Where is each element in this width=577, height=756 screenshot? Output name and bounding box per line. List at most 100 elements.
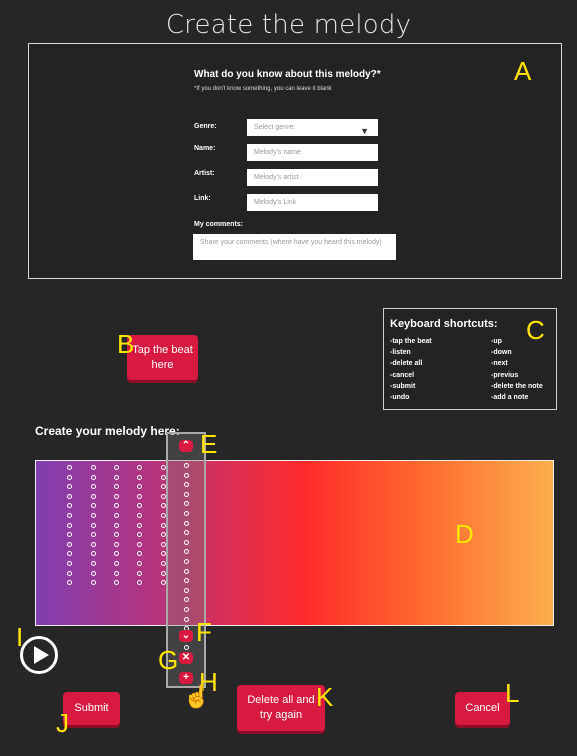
chevron-down-icon: ▼ <box>360 126 369 136</box>
note-dot <box>160 560 166 566</box>
plus-icon[interactable]: + <box>179 672 193 684</box>
note-dot <box>160 570 166 576</box>
note-dot <box>136 493 142 499</box>
note-dot <box>136 512 142 518</box>
melody-canvas[interactable]: D <box>35 460 554 626</box>
note-dot <box>160 522 166 528</box>
note-dot <box>66 580 72 586</box>
chevron-up-icon[interactable]: ⌃ <box>179 440 193 452</box>
comments-label: My comments: <box>194 221 244 228</box>
page-title: Create the melody <box>165 10 412 40</box>
comments-textarea[interactable]: Share your comments (where have you hear… <box>193 234 396 260</box>
note-dot <box>113 512 119 518</box>
note-dot <box>113 532 119 538</box>
keyboard-shortcuts-panel: Keyboard shortcuts: -tap the beat -liste… <box>383 308 557 410</box>
note-dot <box>136 580 142 586</box>
note-dot <box>136 522 142 528</box>
note-dot <box>66 512 72 518</box>
note-dot <box>183 606 189 612</box>
note-dot <box>113 474 119 480</box>
shortcut-item: -undo <box>390 394 410 402</box>
note-dot <box>66 484 72 490</box>
note-dot <box>90 560 96 566</box>
note-dot <box>136 541 142 547</box>
annotation-l: L <box>505 678 520 708</box>
artist-input[interactable]: Melody's artist <box>247 169 378 186</box>
form-question: What do you know about this melody?* <box>194 69 381 80</box>
genre-select[interactable]: Select genre: ▼ <box>247 119 378 136</box>
note-dot <box>183 539 189 545</box>
play-icon[interactable] <box>20 636 58 674</box>
melody-info-form: What do you know about this melody?* *If… <box>28 43 562 279</box>
annotation-c: C <box>526 315 545 345</box>
note-dot <box>136 484 142 490</box>
note-dot <box>136 503 142 509</box>
note-dot <box>90 532 96 538</box>
note-dot <box>66 541 72 547</box>
annotation-a: A <box>514 56 532 86</box>
note-dot <box>66 560 72 566</box>
note-dot <box>90 580 96 586</box>
annotation-b: B <box>117 329 135 359</box>
note-dot <box>183 587 189 593</box>
note-dot <box>160 541 166 547</box>
note-dot <box>183 491 189 497</box>
annotation-e: E <box>200 429 218 459</box>
note-dot <box>160 580 166 586</box>
note-dot <box>160 512 166 518</box>
artist-label: Artist: <box>194 170 215 177</box>
shortcut-item: -submit <box>390 382 416 390</box>
shortcut-item: -next <box>491 360 508 368</box>
genre-label: Genre: <box>194 123 217 130</box>
note-dot <box>113 551 119 557</box>
shortcut-item: -tap the beat <box>390 338 432 345</box>
note-column <box>64 465 74 590</box>
note-dot <box>90 541 96 547</box>
note-dot <box>183 463 189 468</box>
link-label: Link: <box>194 195 211 202</box>
shortcut-item: -previus <box>491 371 519 379</box>
note-dot <box>183 549 189 555</box>
note-dot <box>183 472 189 478</box>
note-dot <box>160 474 166 480</box>
note-dot <box>136 532 142 538</box>
selected-note-dots <box>181 463 191 655</box>
chevron-down-icon[interactable]: ⌄ <box>179 630 193 642</box>
close-icon[interactable]: ✕ <box>179 652 193 664</box>
shortcut-item: -listen <box>390 349 411 357</box>
tap-beat-button[interactable]: Tap the beat here <box>127 335 198 380</box>
annotation-f: F <box>196 617 212 647</box>
note-dot <box>90 493 96 499</box>
cancel-button[interactable]: Cancel <box>455 692 510 725</box>
delete-all-button[interactable]: Delete all and try again <box>237 685 325 731</box>
note-dot <box>90 512 96 518</box>
submit-button[interactable]: Submit <box>63 692 120 725</box>
note-dot <box>113 493 119 499</box>
note-dot <box>160 465 166 470</box>
note-dot <box>113 560 119 566</box>
shortcut-item: -delete all <box>390 360 423 368</box>
note-dot <box>160 551 166 557</box>
note-dot <box>160 493 166 499</box>
shortcuts-right-column: -up -down -next -previus -delete the not… <box>491 336 543 403</box>
annotation-i: I <box>16 622 24 652</box>
note-column <box>111 465 121 590</box>
note-dot <box>66 503 72 509</box>
shortcut-item: -cancel <box>390 371 415 379</box>
note-dot <box>183 482 189 488</box>
note-column <box>134 465 144 590</box>
note-dot <box>136 570 142 576</box>
note-dot <box>66 474 72 480</box>
annotation-g: G <box>158 645 179 675</box>
note-dot <box>160 484 166 490</box>
genre-select-value: Select genre: <box>254 124 296 131</box>
hand-pointer-icon: ☝ <box>183 684 211 709</box>
note-dot <box>90 570 96 576</box>
note-dot <box>90 503 96 509</box>
note-dot <box>136 465 142 470</box>
form-hint: *If you don't know something, you can le… <box>194 86 332 92</box>
note-dot <box>66 493 72 499</box>
note-dot <box>90 484 96 490</box>
link-input[interactable]: Melody's Link <box>247 194 378 211</box>
name-input[interactable]: Melody's name <box>247 144 378 161</box>
